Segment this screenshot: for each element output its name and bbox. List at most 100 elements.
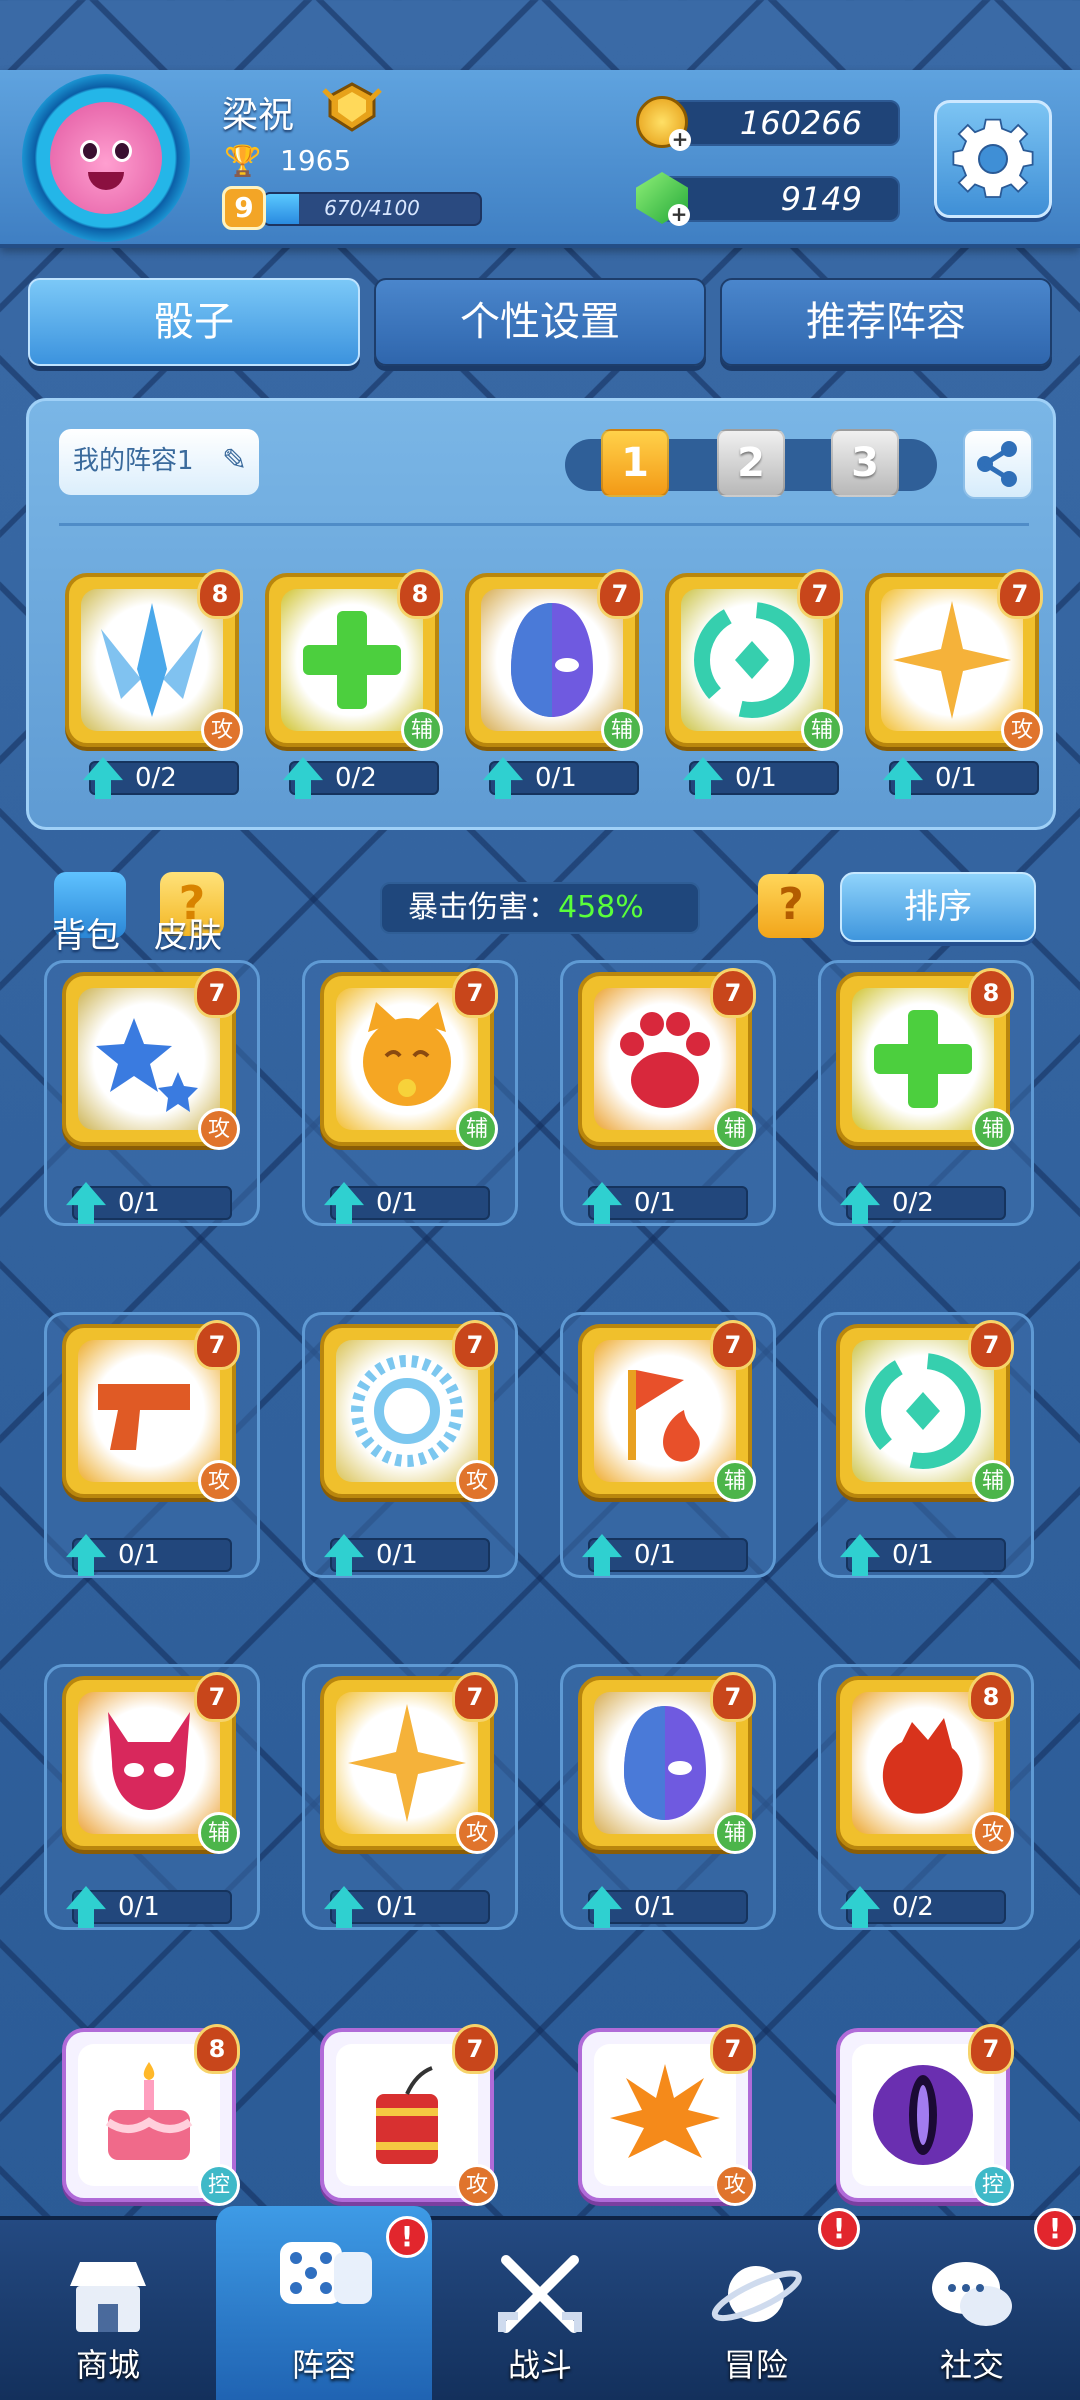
- dice-type-badge: 攻: [972, 1812, 1014, 1854]
- upgrade-progress-text: 0/1: [535, 763, 577, 793]
- trophy-icon: 🏆: [224, 144, 262, 179]
- upgrade-progress[interactable]: 0/1: [483, 757, 639, 799]
- lineup-page-1[interactable]: 1: [601, 429, 669, 497]
- upgrade-progress[interactable]: 0/1: [683, 757, 839, 799]
- dice_grid-dice-card[interactable]: 7攻: [320, 1320, 498, 1502]
- dice_grid-dice-card[interactable]: 7攻: [62, 1320, 240, 1502]
- upgrade-progress-text: 0/1: [376, 1188, 418, 1218]
- upgrade-progress[interactable]: 0/1: [66, 1886, 232, 1928]
- dice_grid-dice-card[interactable]: 7攻: [320, 2024, 498, 2206]
- upgrade-progress[interactable]: 0/1: [324, 1534, 490, 1576]
- sort-button[interactable]: 排序: [840, 872, 1036, 942]
- dice_grid-dice-card[interactable]: 7攻: [320, 1672, 498, 1854]
- avatar[interactable]: [22, 74, 190, 242]
- upgrade-progress-text: 0/1: [118, 1188, 160, 1218]
- lineup-page-2[interactable]: 2: [717, 429, 785, 497]
- help-button[interactable]: ?: [758, 874, 824, 938]
- dice_grid-dice-card[interactable]: 7攻: [578, 2024, 756, 2206]
- rank-badge-icon[interactable]: [322, 82, 382, 132]
- dice-level-badge: 7: [452, 968, 498, 1018]
- dice-type-badge: 辅: [801, 709, 843, 751]
- player-level: 9: [222, 186, 266, 230]
- lineup.cards-dice-card[interactable]: 7攻: [865, 569, 1043, 751]
- gem-counter[interactable]: 9149: [660, 176, 900, 222]
- dice-type-badge: 辅: [456, 1108, 498, 1150]
- lineup.cards-dice-card[interactable]: 7辅: [665, 569, 843, 751]
- notification-badge: !: [386, 2216, 428, 2258]
- upgrade-progress-text: 0/2: [892, 1188, 934, 1218]
- lineup.cards-dice-card[interactable]: 8辅: [265, 569, 443, 751]
- nav-chat[interactable]: 社交!: [864, 2208, 1080, 2400]
- gold-coin-icon[interactable]: +: [636, 96, 691, 151]
- lineup-name-button[interactable]: 我的阵容1 ✎: [59, 429, 259, 495]
- dice_grid-dice-card[interactable]: 7攻: [62, 968, 240, 1150]
- dice_grid-dice-card[interactable]: 8攻: [836, 1672, 1014, 1854]
- upgrade-progress[interactable]: 0/2: [840, 1182, 1006, 1224]
- tab-dice[interactable]: 骰子: [28, 278, 360, 366]
- dice-type-badge: 辅: [198, 1812, 240, 1854]
- notification-badge: !: [1034, 2208, 1076, 2250]
- lineup-name: 我的阵容1: [73, 446, 194, 476]
- lineup.cards-dice-card[interactable]: 8攻: [65, 569, 243, 751]
- dice-type-badge: 攻: [198, 1460, 240, 1502]
- upgrade-progress-text: 0/1: [376, 1892, 418, 1922]
- upgrade-progress[interactable]: 0/1: [324, 1182, 490, 1224]
- upgrade-progress[interactable]: 0/1: [66, 1534, 232, 1576]
- nav-planet[interactable]: 冒险!: [648, 2208, 864, 2400]
- upgrade-progress[interactable]: 0/2: [840, 1886, 1006, 1928]
- dice-level-badge: 8: [968, 1672, 1014, 1722]
- tab-personalize[interactable]: 个性设置: [374, 278, 706, 366]
- trophy-count: 1965: [280, 144, 352, 177]
- dice_grid-dice-card[interactable]: 7辅: [320, 968, 498, 1150]
- dice_grid-dice-card[interactable]: 7控: [836, 2024, 1014, 2206]
- nav-dice[interactable]: 阵容!: [216, 2206, 432, 2400]
- dice_grid-dice-card[interactable]: 7辅: [578, 1672, 756, 1854]
- dice-type-badge: 控: [198, 2164, 240, 2206]
- upgrade-progress[interactable]: 0/1: [582, 1182, 748, 1224]
- dice-level-badge: 7: [452, 1320, 498, 1370]
- gold-counter[interactable]: 160266: [660, 100, 900, 146]
- lineup-page-3[interactable]: 3: [831, 429, 899, 497]
- upgrade-progress-text: 0/1: [735, 763, 777, 793]
- upgrade-progress[interactable]: 0/1: [883, 757, 1039, 799]
- player-name: 梁祝: [222, 95, 295, 136]
- upgrade-progress[interactable]: 0/2: [83, 757, 239, 799]
- upgrade-progress[interactable]: 0/1: [324, 1886, 490, 1928]
- dice_grid-dice-card[interactable]: 7辅: [62, 1672, 240, 1854]
- upgrade-progress-text: 0/1: [376, 1540, 418, 1570]
- backpack-label[interactable]: 背包: [52, 908, 120, 957]
- nav-label: 战斗: [507, 2346, 572, 2384]
- upgrade-progress[interactable]: 0/1: [840, 1534, 1006, 1576]
- dice-level-badge: 7: [194, 1672, 240, 1722]
- dice_grid-dice-card[interactable]: 7辅: [578, 1320, 756, 1502]
- upgrade-progress-text: 0/1: [118, 1892, 160, 1922]
- upgrade-progress[interactable]: 0/2: [283, 757, 439, 799]
- dice-level-badge: 7: [452, 2024, 498, 2074]
- dice_grid-dice-card[interactable]: 7辅: [578, 968, 756, 1150]
- nav-label: 社交: [939, 2346, 1004, 2384]
- add-gem-icon[interactable]: +: [668, 204, 690, 226]
- skin-label[interactable]: 皮肤: [154, 908, 222, 957]
- dice_grid-dice-card[interactable]: 7辅: [836, 1320, 1014, 1502]
- xp-text: 670/4100: [324, 196, 420, 220]
- dice-level-badge: 7: [710, 1672, 756, 1722]
- upgrade-progress[interactable]: 0/1: [66, 1182, 232, 1224]
- bottom-nav: 商城 阵容! 战斗 冒险! 社交!: [0, 2206, 1080, 2400]
- pencil-icon: ✎: [221, 443, 247, 478]
- settings-button[interactable]: [934, 100, 1052, 218]
- upgrade-progress[interactable]: 0/1: [582, 1534, 748, 1576]
- dice_grid-dice-card[interactable]: 8辅: [836, 968, 1014, 1150]
- nav-swords[interactable]: 战斗: [432, 2220, 648, 2400]
- tab-recommended[interactable]: 推荐阵容: [720, 278, 1052, 366]
- upgrade-progress[interactable]: 0/1: [582, 1886, 748, 1928]
- notification-badge: !: [818, 2208, 860, 2250]
- crit-damage-value: 458%: [558, 890, 644, 925]
- upgrade-progress-text: 0/2: [335, 763, 377, 793]
- dice-level-badge: 8: [194, 2024, 240, 2074]
- lineup.cards-dice-card[interactable]: 7辅: [465, 569, 643, 751]
- dice_grid-dice-card[interactable]: 8控: [62, 2024, 240, 2206]
- upgrade-arrow-icon: [483, 757, 523, 799]
- nav-shop[interactable]: 商城: [0, 2220, 216, 2400]
- add-gold-icon[interactable]: +: [669, 129, 691, 151]
- share-button[interactable]: [963, 429, 1033, 499]
